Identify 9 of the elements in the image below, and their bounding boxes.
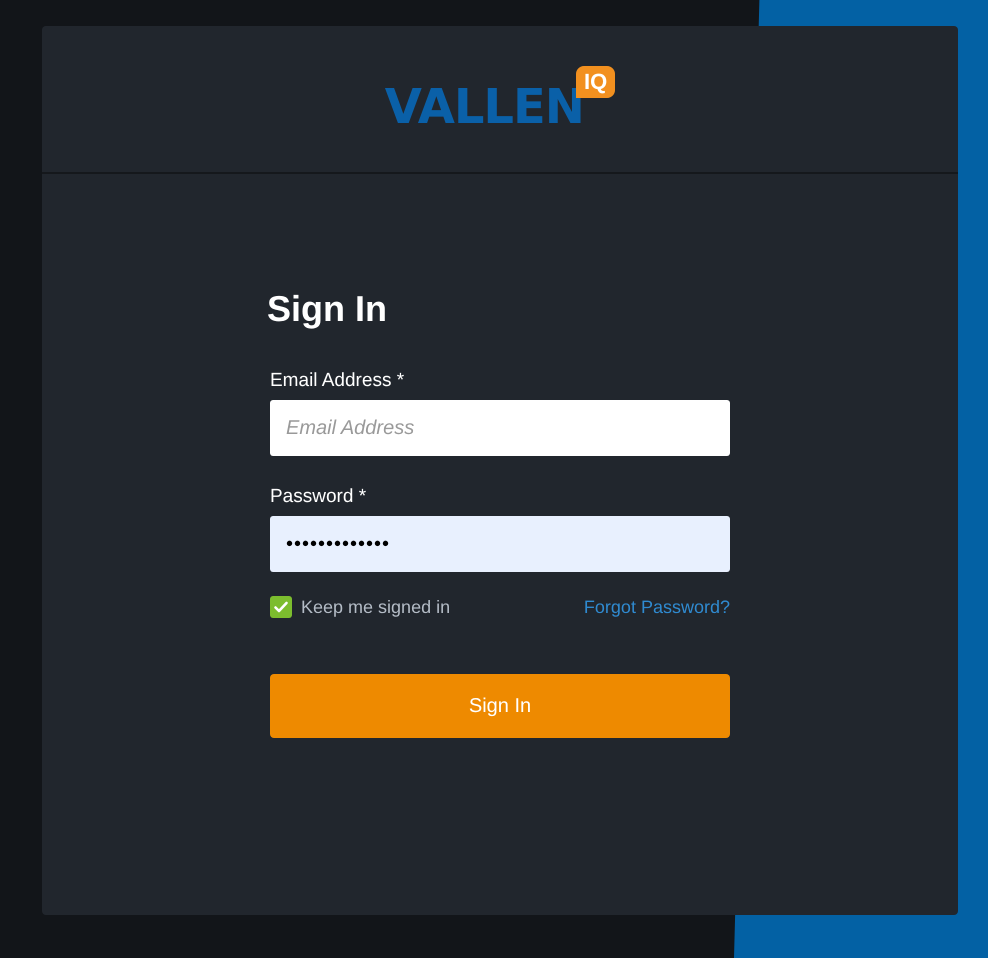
field-label: Password * xyxy=(270,486,368,508)
input-field[interactable]: Email Address xyxy=(270,400,730,456)
field-label: Email Address * xyxy=(270,370,406,392)
checkbox[interactable] xyxy=(270,596,292,618)
page-title: Sign In xyxy=(267,288,388,330)
input-field[interactable]: ••••••••••••• xyxy=(270,516,730,572)
sign-in-button[interactable]: Sign In xyxy=(270,674,730,738)
checkbox-label: Keep me signed in xyxy=(301,596,450,618)
forgot-password-link[interactable]: Forgot Password? xyxy=(584,596,730,618)
